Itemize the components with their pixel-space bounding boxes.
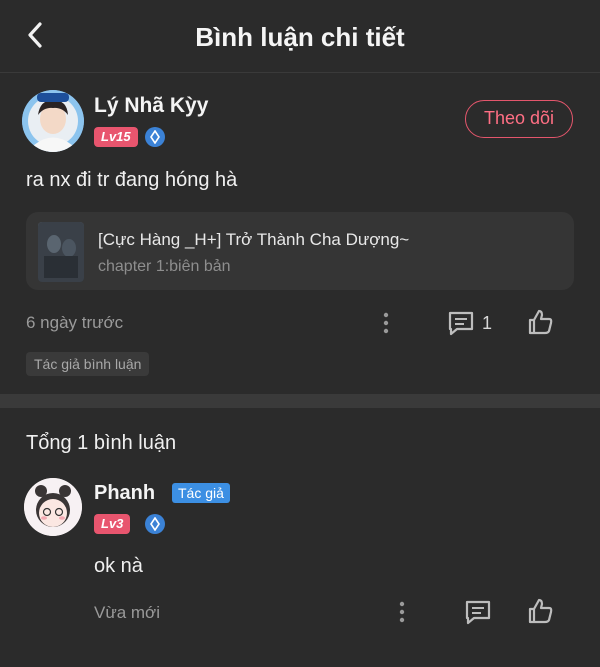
more-button[interactable] — [376, 310, 396, 336]
reply-comment-button[interactable] — [463, 598, 493, 626]
comment-time: 6 ngày trước — [26, 313, 124, 332]
reply-avatar[interactable] — [24, 478, 82, 536]
comment-content: ra nx đi tr đang hóng hà — [26, 169, 238, 191]
reply-avatar-image — [24, 478, 82, 536]
author-badge: Tác giả — [172, 483, 230, 503]
book-card[interactable]: [Cực Hàng _H+] Trở Thành Cha Dượng~ chap… — [26, 212, 574, 290]
reply-button[interactable] — [446, 309, 476, 337]
reply-verified-icon — [145, 514, 165, 534]
reply-like-button[interactable] — [525, 596, 555, 626]
avatar[interactable] — [22, 90, 84, 152]
reply-username[interactable]: Phanh — [94, 482, 155, 505]
follow-button[interactable]: Theo dõi — [465, 100, 573, 138]
thumbs-up-icon — [528, 598, 553, 624]
comment-icon — [448, 311, 474, 336]
reply-count: 1 — [482, 313, 493, 333]
author-comment-tag: Tác giả bình luận — [26, 352, 150, 376]
like-button[interactable] — [525, 307, 555, 337]
level-badge: Lv15 — [94, 127, 138, 147]
username[interactable]: Lý Nhã Kỳy — [94, 94, 208, 118]
page-title: Bình luận chi tiết — [195, 22, 405, 52]
comment-icon — [465, 600, 491, 625]
book-title: [Cực Hàng _H+] Trở Thành Cha Dượng~ — [98, 230, 410, 249]
header-divider — [0, 72, 600, 73]
more-vertical-icon — [399, 601, 405, 623]
verified-icon — [145, 127, 165, 147]
header: Bình luận chi tiết — [0, 0, 600, 72]
reply-content: ok nà — [94, 555, 143, 577]
reply-more-button[interactable] — [392, 599, 412, 625]
book-cover — [38, 222, 84, 282]
reply-time: Vừa mới — [94, 603, 160, 622]
reply-level-badge: Lv3 — [94, 514, 131, 534]
replies-count-title: Tổng 1 bình luận — [26, 432, 177, 454]
book-chapter: chapter 1:biên bản — [98, 258, 231, 275]
more-vertical-icon — [383, 312, 389, 334]
thumbs-up-icon — [528, 309, 553, 335]
avatar-image — [22, 90, 84, 152]
section-separator — [0, 394, 600, 408]
